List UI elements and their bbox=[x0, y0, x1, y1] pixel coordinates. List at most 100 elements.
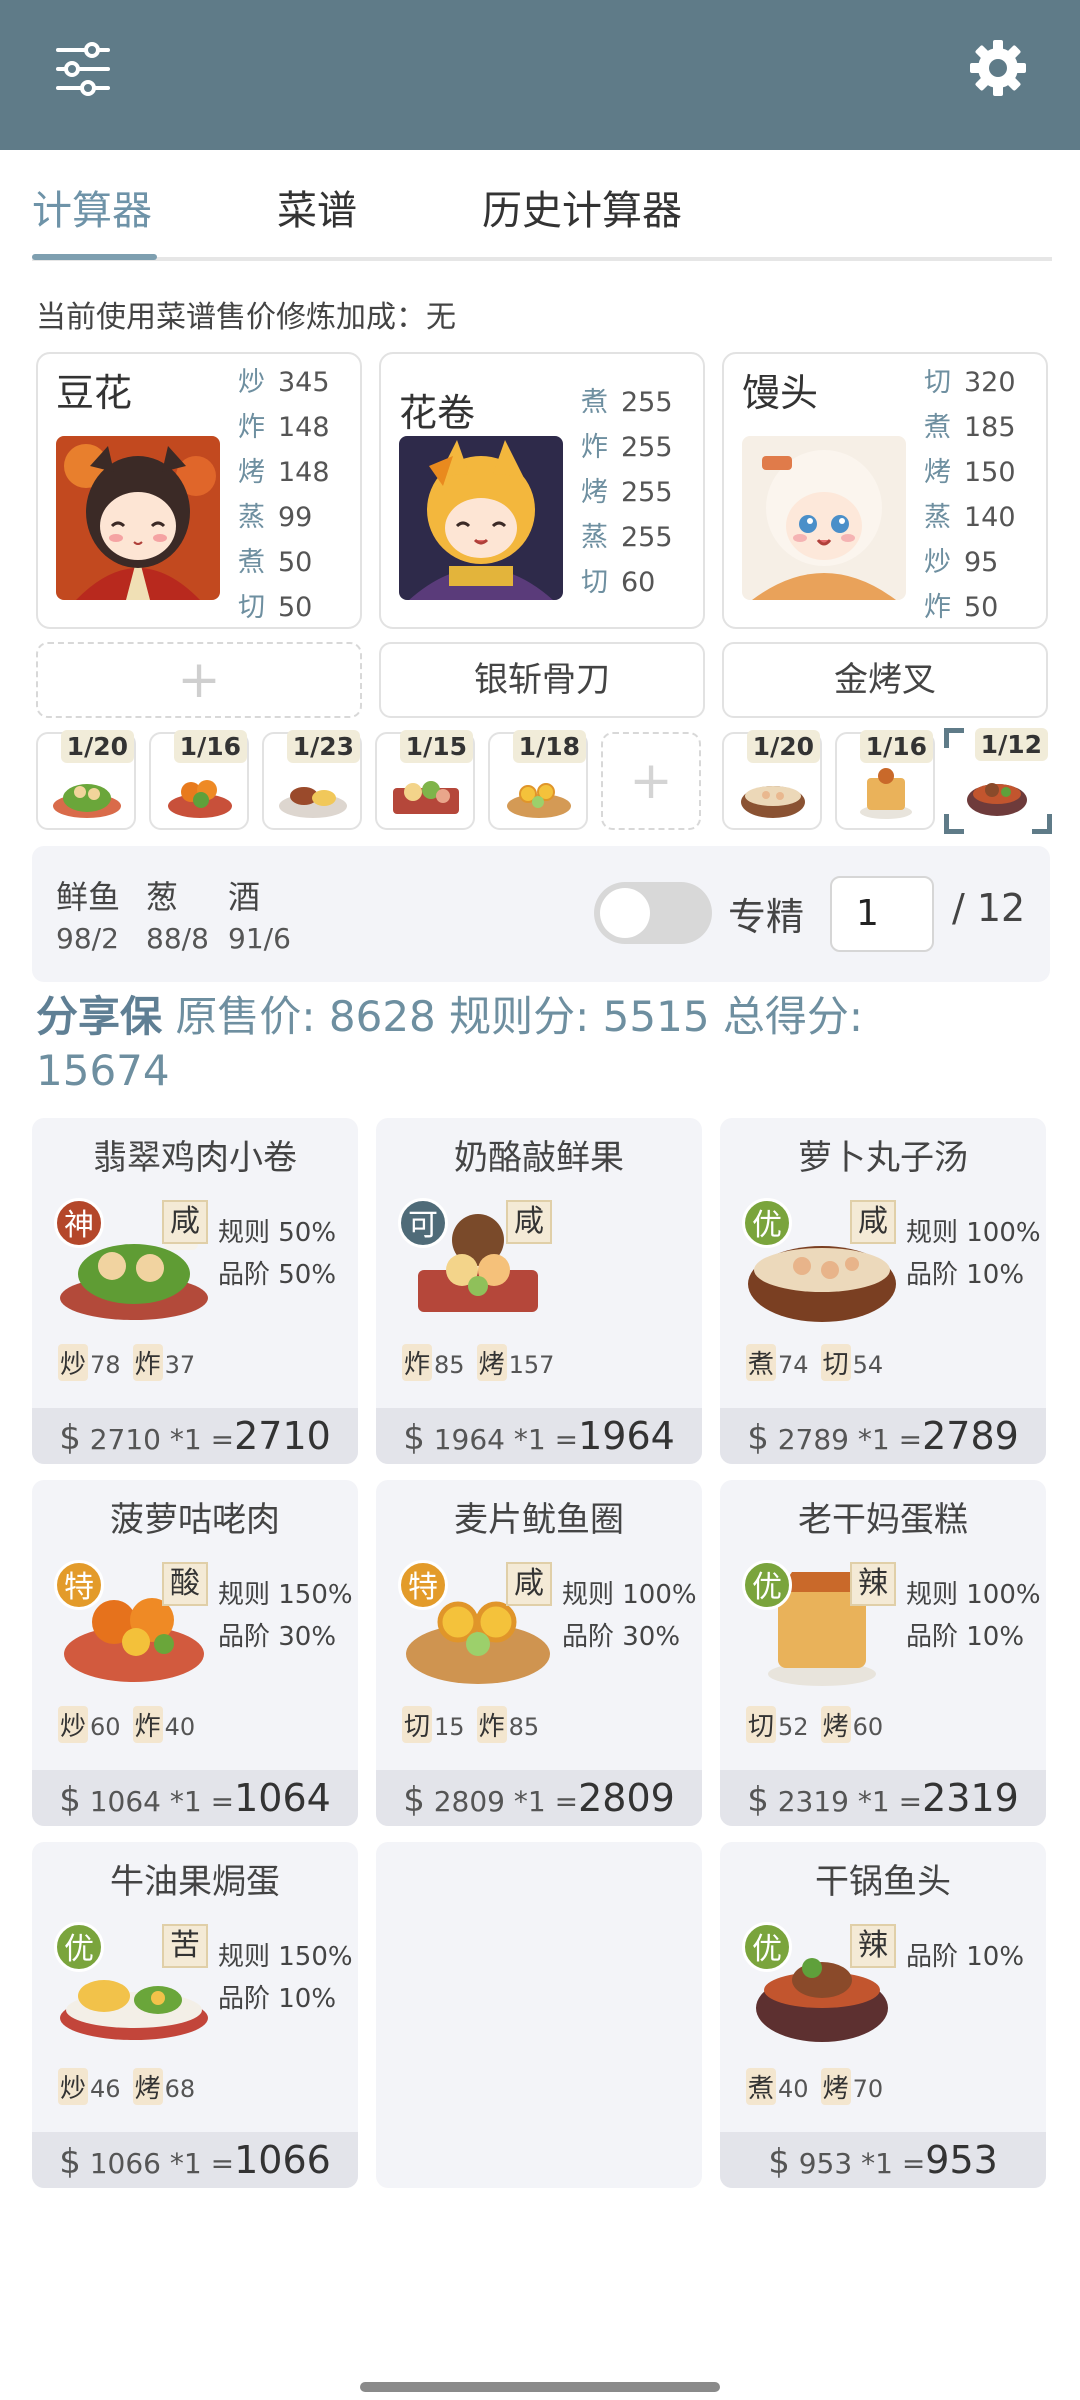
equals-sign: = bbox=[898, 1785, 923, 1818]
stat-value: 148 bbox=[278, 457, 330, 488]
skill-key: 烤 bbox=[476, 1344, 507, 1381]
grade-bonus: 品阶 30% bbox=[218, 1622, 337, 1652]
rule-bonus: 规则 150% bbox=[218, 1580, 353, 1610]
quantity-max: / 12 bbox=[952, 886, 1026, 930]
dish-title: 麦片鱿鱼圈 bbox=[454, 1500, 624, 1540]
dish-count: 1/16 bbox=[173, 730, 247, 763]
tab-calculator[interactable]: 计算器 bbox=[32, 178, 152, 236]
stat-key: 蒸 bbox=[581, 522, 608, 553]
dish-slot[interactable]: 1/15 bbox=[375, 730, 475, 830]
dish-card[interactable]: 奶酪敲鲜果可 咸炸 85 烤 157 $ 1964 *1 =1964 bbox=[376, 1118, 702, 1464]
ingredient-name: 葱 bbox=[146, 878, 179, 916]
dish-slot[interactable]: 1/20 bbox=[36, 730, 136, 830]
price-row: $ 1064 *1 =1064 bbox=[32, 1770, 358, 1826]
grade-bonus: 品阶 10% bbox=[906, 1260, 1025, 1290]
stat-key: 烤 bbox=[924, 457, 951, 488]
price-bonus-text: 当前使用菜谱售价修炼加成：无 bbox=[36, 300, 456, 335]
chef-avatar bbox=[399, 436, 563, 600]
strategy-label: 分享保 bbox=[36, 992, 163, 1041]
tier-badge: 优 bbox=[742, 1198, 792, 1248]
dish-thumbnail bbox=[279, 787, 347, 818]
toggle-knob bbox=[600, 888, 650, 938]
dish-slot[interactable]: 1/20 bbox=[722, 730, 822, 830]
currency-symbol: $ bbox=[59, 1780, 81, 1820]
skill-value: 52 bbox=[778, 1713, 809, 1741]
add-equipment-button[interactable]: + bbox=[36, 642, 362, 718]
stat-key: 煮 bbox=[924, 412, 951, 443]
unit-price: 1066 *1 bbox=[89, 2147, 202, 2180]
dish-card[interactable]: 老干妈蛋糕优 辣规则 100% 品阶 10% 切 52 烤 60 $ 2319 *1 =231… bbox=[720, 1480, 1046, 1826]
skill-key: 切 bbox=[820, 1344, 851, 1381]
chef-stats: 切 320 煮 185 烤 150 蒸 140 炒 95 炸 50 bbox=[924, 360, 1016, 630]
dish-slot-selected[interactable]: 1/12 bbox=[944, 728, 1052, 834]
tier-badge: 神 bbox=[54, 1198, 104, 1248]
total-score-value: 15674 bbox=[36, 1046, 170, 1095]
home-indicator[interactable] bbox=[360, 2382, 720, 2392]
dish-title: 菠萝咕咾肉 bbox=[110, 1500, 280, 1540]
taste-tag: 咸 bbox=[506, 1562, 552, 1606]
dish-total: 2789 bbox=[922, 1414, 1019, 1458]
skill-key: 煮 bbox=[746, 1344, 777, 1381]
skill-requirements: 切 15 炸 85 bbox=[402, 1706, 551, 1743]
skill-key: 烤 bbox=[820, 1706, 851, 1743]
tab-history[interactable]: 历史计算器 bbox=[482, 178, 682, 236]
sliders-icon[interactable] bbox=[52, 38, 114, 100]
skill-value: 15 bbox=[434, 1713, 465, 1741]
stat-key: 切 bbox=[581, 567, 608, 598]
chef-card-1[interactable]: 豆花 炒 345 炸 148 烤 148 蒸 99 煮 50 切 50 bbox=[36, 352, 362, 629]
dish-slot[interactable]: 1/18 bbox=[488, 730, 588, 830]
unit-price: 2809 *1 bbox=[433, 1785, 546, 1818]
ingredient-name: 鲜鱼 bbox=[56, 878, 121, 916]
stat-value: 345 bbox=[278, 367, 330, 398]
dish-slot[interactable]: 1/16 bbox=[149, 730, 249, 830]
tab-divider bbox=[32, 257, 1052, 261]
ingredient-name: 酒 bbox=[228, 878, 261, 916]
stat-value: 50 bbox=[278, 547, 313, 578]
gear-icon[interactable] bbox=[966, 36, 1030, 100]
grade-bonus: 品阶 10% bbox=[218, 1984, 337, 2014]
taste-tag: 辣 bbox=[850, 1924, 896, 1968]
dish-slot[interactable]: 1/16 bbox=[835, 730, 935, 830]
dish-card[interactable]: 麦片鱿鱼圈特 咸规则 100% 品阶 30% 切 15 炸 85 $ 2809 *1 =280… bbox=[376, 1480, 702, 1826]
dish-card[interactable]: 牛油果焗蛋优 苦规则 150% 品阶 10% 炒 46 烤 68 $ 1066 *1 =106… bbox=[32, 1842, 358, 2188]
dish-card[interactable]: 干锅鱼头优 辣品阶 10% 煮 40 烤 70 $ 953 *1 =953 bbox=[720, 1842, 1046, 2188]
dish-count: 1/23 bbox=[286, 730, 360, 763]
dish-count: 1/18 bbox=[512, 730, 586, 763]
skill-value: 60 bbox=[90, 1713, 121, 1741]
dish-slot[interactable]: 1/23 bbox=[262, 730, 362, 830]
stat-key: 煮 bbox=[581, 387, 608, 418]
skill-value: 74 bbox=[778, 1351, 809, 1379]
tab-recipes[interactable]: 菜谱 bbox=[277, 178, 357, 236]
currency-symbol: $ bbox=[768, 2142, 790, 2182]
equipment-slot-3[interactable]: 金烤叉 bbox=[722, 642, 1048, 718]
dish-rules: 规则 150% 品阶 10% bbox=[218, 1936, 353, 2020]
specialize-toggle[interactable] bbox=[594, 882, 712, 944]
unit-price: 1964 *1 bbox=[433, 1423, 546, 1456]
dish-card[interactable]: 萝卜丸子汤优 咸规则 100% 品阶 10% 煮 74 切 54 $ 2789 *1 =278… bbox=[720, 1118, 1046, 1464]
price-row: $ 953 *1 =953 bbox=[720, 2132, 1046, 2188]
skill-key: 切 bbox=[402, 1706, 433, 1743]
stat-value: 148 bbox=[278, 412, 330, 443]
dish-card[interactable]: 菠萝咕咾肉特 酸规则 150% 品阶 30% 炒 60 炸 40 $ 1064 *1 =106… bbox=[32, 1480, 358, 1826]
skill-key: 烤 bbox=[820, 2068, 851, 2105]
empty-dish-card[interactable] bbox=[376, 1842, 702, 2188]
dish-total: 2809 bbox=[578, 1776, 675, 1820]
add-dish-slot[interactable]: + bbox=[601, 732, 701, 830]
currency-symbol: $ bbox=[59, 2142, 81, 2182]
dish-total: 1066 bbox=[234, 2138, 331, 2182]
quantity-input[interactable]: 1 bbox=[830, 876, 934, 952]
equipment-slot-2[interactable]: 银斩骨刀 bbox=[379, 642, 705, 718]
rule-score-label: 规则分: bbox=[449, 992, 590, 1041]
skill-key: 烤 bbox=[132, 2068, 163, 2105]
specialize-label: 专精 bbox=[728, 895, 805, 939]
grade-bonus: 品阶 50% bbox=[218, 1260, 337, 1290]
chef-card-2[interactable]: 花卷 煮 255 炸 255 烤 255 蒸 255 切 60 bbox=[379, 352, 705, 629]
tier-badge: 特 bbox=[54, 1560, 104, 1610]
dish-count: 1/15 bbox=[399, 730, 473, 763]
chef-card-3[interactable]: 馒头 切 320 煮 185 烤 150 蒸 140 炒 95 炸 50 bbox=[722, 352, 1048, 629]
dish-rules: 规则 100% 品阶 30% bbox=[562, 1574, 697, 1658]
chef-name: 馒头 bbox=[742, 371, 819, 415]
dish-card[interactable]: 翡翠鸡肉小卷神 咸规则 50% 品阶 50% 炒 78 炸 37 $ 2710 *1 =271… bbox=[32, 1118, 358, 1464]
skill-key: 煮 bbox=[746, 2068, 777, 2105]
equals-sign: = bbox=[210, 1785, 235, 1818]
